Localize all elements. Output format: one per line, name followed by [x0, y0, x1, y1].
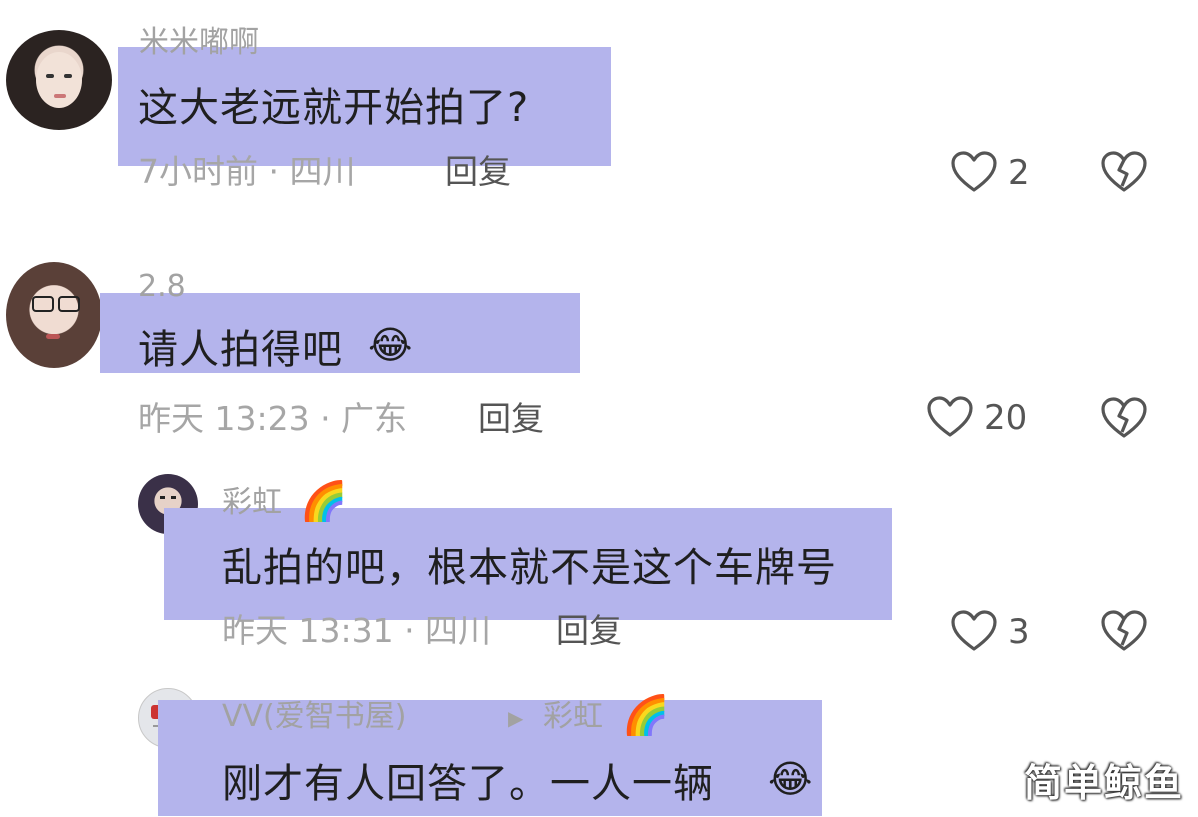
like-count: 2 — [1008, 153, 1030, 193]
watermark: 简单鲸鱼 — [1024, 761, 1185, 805]
like-count: 3 — [1008, 612, 1030, 652]
rainbow-emoji: 🌈 — [622, 693, 670, 737]
comment-username[interactable]: 米米嘟啊 — [139, 28, 259, 58]
heart-outline-icon — [951, 610, 997, 651]
rainbow-emoji: 🌈 — [300, 479, 348, 523]
avatar[interactable] — [6, 30, 112, 130]
heart-outline-icon — [927, 396, 973, 437]
comment-username[interactable]: VV(爱智书屋) — [222, 702, 406, 732]
comment-text: 这大老远就开始拍了? — [138, 85, 530, 131]
comment-text: 乱拍的吧，根本就不是这个车牌号 — [222, 545, 837, 591]
reply-button[interactable]: 回复 — [445, 155, 511, 188]
like-button[interactable]: 3 — [950, 607, 1040, 657]
comment-meta: 昨天 13:23 · 广东 — [138, 399, 408, 438]
laughing-crying-emoji: 😂 — [368, 323, 413, 367]
comment-username[interactable]: 彩虹 — [222, 488, 282, 518]
broken-heart-icon[interactable] — [1100, 150, 1148, 194]
broken-heart-icon[interactable] — [1100, 396, 1148, 440]
heart-outline-icon — [951, 151, 997, 192]
comment-meta: 昨天 13:31 · 四川 — [222, 611, 492, 650]
broken-heart-icon[interactable] — [1100, 609, 1148, 653]
laughing-crying-emoji: 😂 — [768, 757, 813, 801]
comment-meta: 7小时前 · 四川 — [138, 152, 356, 191]
reply-button[interactable]: 回复 — [478, 402, 544, 435]
like-button[interactable]: 20 — [926, 393, 1046, 443]
like-count: 20 — [984, 398, 1028, 438]
reply-button[interactable]: 回复 — [556, 614, 622, 647]
like-button[interactable]: 2 — [950, 148, 1040, 198]
reply-to-username[interactable]: 彩虹 — [543, 702, 603, 732]
avatar[interactable] — [6, 262, 102, 368]
comment-username[interactable]: 2.8 — [138, 272, 186, 302]
reply-arrow-icon: ▶ — [508, 706, 524, 730]
comment-text: 请人拍得吧 — [138, 327, 343, 373]
comment-text: 刚才有人回答了。一人一辆 — [222, 761, 714, 807]
